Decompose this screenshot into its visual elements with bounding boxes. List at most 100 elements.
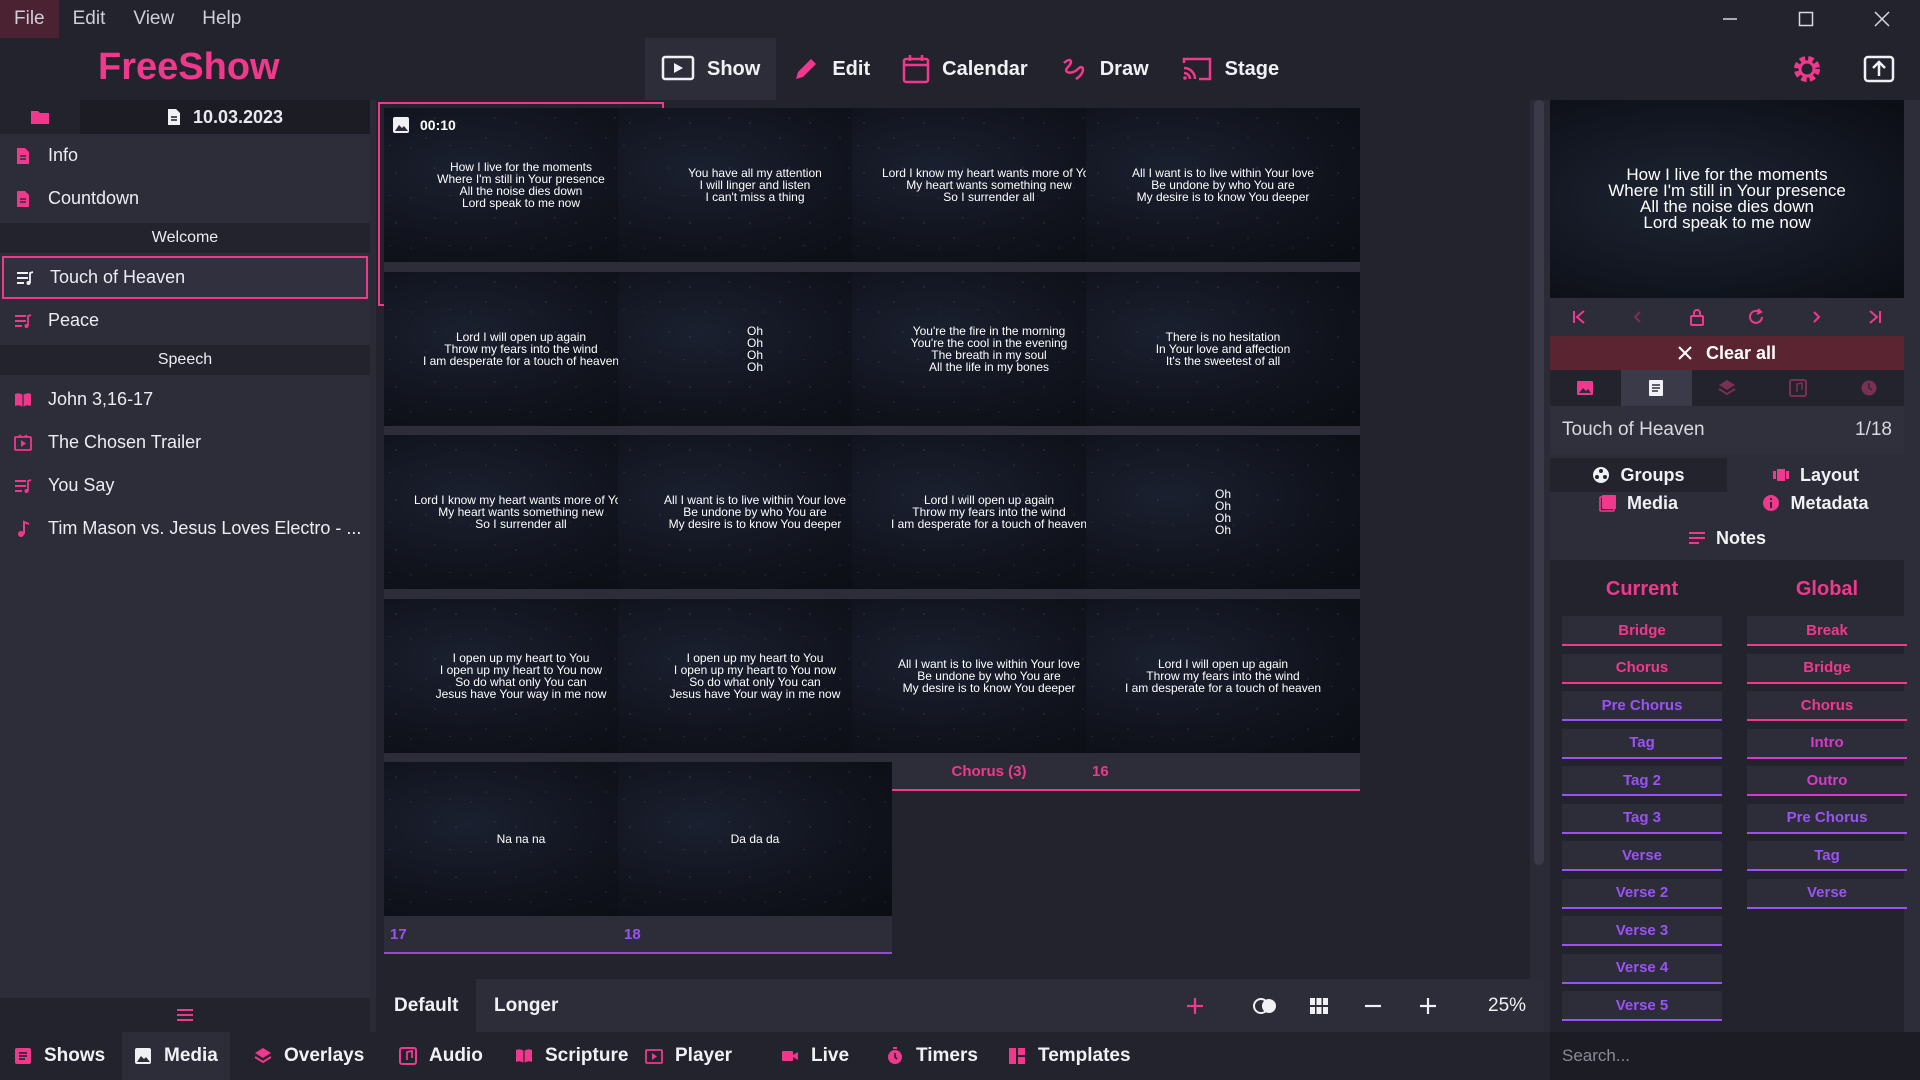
- group-button[interactable]: Chorus: [1747, 691, 1907, 721]
- refresh-icon[interactable]: [1747, 308, 1765, 326]
- clear-timer-tab[interactable]: [1833, 370, 1904, 406]
- layout-tab-longer[interactable]: Longer: [476, 979, 576, 1032]
- drawer-tab-overlays[interactable]: Overlays: [242, 1032, 376, 1080]
- group-button[interactable]: Verse 5: [1562, 991, 1722, 1021]
- slide-timer: 00:10: [392, 116, 456, 134]
- export-button[interactable]: [1862, 52, 1896, 91]
- menu-edit[interactable]: Edit: [59, 0, 120, 38]
- settings-button[interactable]: [1790, 52, 1824, 91]
- menu-file[interactable]: File: [0, 0, 59, 38]
- clear-slide-tab[interactable]: [1620, 370, 1692, 406]
- add-layout-button[interactable]: [1168, 979, 1222, 1032]
- overlays-icon: [254, 1048, 272, 1064]
- tab-show[interactable]: Show: [645, 38, 777, 100]
- slide-thumbnail[interactable]: Na na na 17: [384, 762, 658, 954]
- maximize-button[interactable]: [1768, 0, 1844, 38]
- global-groups-title: Global: [1795, 578, 1859, 600]
- group-button[interactable]: Verse 4: [1562, 953, 1722, 984]
- media-tab[interactable]: Media: [1550, 486, 1727, 520]
- group-button[interactable]: Verse 2: [1562, 878, 1722, 909]
- drawer-tab-label: Audio: [429, 1045, 483, 1066]
- group-button[interactable]: Tag: [1562, 728, 1722, 759]
- notes-icon: [1688, 532, 1705, 544]
- slide-thumbnail[interactable]: Da da da 18: [618, 762, 892, 954]
- clear-all-button[interactable]: Clear all: [1550, 336, 1904, 370]
- drawer-tab-player[interactable]: Player: [633, 1032, 744, 1080]
- toggle-view-button[interactable]: [1238, 979, 1292, 1032]
- slide-text: Da da da: [730, 832, 780, 846]
- project-show-item[interactable]: Tim Mason vs. Jesus Loves Electro - ...: [0, 507, 370, 550]
- pencil-icon: [796, 59, 817, 79]
- group-button[interactable]: Tag: [1747, 841, 1907, 871]
- folder-button[interactable]: [0, 100, 80, 134]
- next-icon[interactable]: [1808, 309, 1824, 325]
- tab-edit[interactable]: Edit: [776, 38, 886, 100]
- project-show-item[interactable]: Info: [0, 134, 370, 177]
- slides-scrollbar[interactable]: [1534, 100, 1544, 865]
- slide-thumbnail[interactable]: All I want is to live within Your love B…: [852, 599, 1126, 791]
- drawer-tab-live[interactable]: Live: [769, 1032, 861, 1080]
- first-slide-icon[interactable]: [1571, 309, 1587, 325]
- previous-icon[interactable]: [1630, 309, 1646, 325]
- media-tab-label: Media: [1626, 492, 1678, 513]
- group-button[interactable]: Outro: [1747, 766, 1907, 796]
- project-show-item[interactable]: The Chosen Trailer: [0, 421, 370, 464]
- drawer-tab-templates[interactable]: Templates: [996, 1032, 1143, 1080]
- maximize-icon: [1798, 11, 1814, 27]
- player-icon: [645, 1049, 663, 1064]
- layout-tab-default[interactable]: Default: [376, 979, 477, 1032]
- project-show-item[interactable]: You Say: [0, 464, 370, 507]
- drawer-tab-shows[interactable]: Shows: [2, 1032, 117, 1080]
- project-title[interactable]: 10.03.2023: [80, 100, 370, 134]
- last-slide-icon[interactable]: [1867, 309, 1883, 325]
- tab-calendar[interactable]: Calendar: [886, 38, 1044, 100]
- menu-view[interactable]: View: [119, 0, 188, 38]
- tab-stage[interactable]: Stage: [1165, 38, 1295, 100]
- drawer-tab-scripture[interactable]: Scripture: [503, 1032, 640, 1080]
- notes-tab[interactable]: Notes: [1550, 521, 1904, 555]
- tab-draw[interactable]: Draw: [1044, 38, 1165, 100]
- tab-stage-label: Stage: [1224, 57, 1280, 80]
- group-button[interactable]: Bridge: [1562, 616, 1722, 646]
- zoom-in-button[interactable]: [1401, 979, 1455, 1032]
- project-show-item[interactable]: John 3,16-17: [0, 378, 370, 421]
- metadata-tab[interactable]: Metadata: [1727, 486, 1904, 520]
- slide-thumbnail[interactable]: Lord I will open up again Throw my fears…: [1086, 599, 1360, 791]
- group-button[interactable]: Verse: [1747, 878, 1907, 909]
- slide-preview: All I want is to live within Your love B…: [1086, 108, 1360, 262]
- menu-icon[interactable]: [176, 1007, 194, 1023]
- group-button[interactable]: Verse: [1562, 841, 1722, 871]
- zoom-out-button[interactable]: [1346, 979, 1400, 1032]
- clear-audio-tab[interactable]: [1762, 370, 1833, 406]
- group-button[interactable]: Pre Chorus: [1747, 803, 1907, 834]
- slide-number: 16: [1092, 762, 1109, 780]
- drawer-tab-media[interactable]: Media: [122, 1032, 230, 1080]
- close-button[interactable]: [1844, 0, 1920, 38]
- group-button[interactable]: Tag 2: [1562, 766, 1722, 796]
- minimize-button[interactable]: [1692, 0, 1768, 38]
- grid-view-button[interactable]: [1292, 979, 1346, 1032]
- group-button[interactable]: Intro: [1747, 728, 1907, 759]
- project-show-item[interactable]: Touch of Heaven: [2, 256, 368, 299]
- clear-overlays-tab[interactable]: [1692, 370, 1763, 406]
- group-button[interactable]: Break: [1747, 616, 1907, 646]
- contrast-icon: [1253, 997, 1276, 1014]
- slide-preview: Lord I will open up again Throw my fears…: [852, 435, 1126, 589]
- group-button[interactable]: Verse 3: [1562, 916, 1722, 946]
- clear-background-tab[interactable]: [1550, 370, 1621, 406]
- group-button[interactable]: Bridge: [1747, 653, 1907, 684]
- project-show-item[interactable]: Countdown: [0, 177, 370, 220]
- project-show-item[interactable]: Peace: [0, 299, 370, 342]
- group-button[interactable]: Chorus: [1562, 653, 1722, 684]
- output-preview[interactable]: How I live for the moments Where I'm sti…: [1550, 100, 1904, 298]
- drawer-tab-timers[interactable]: Timers: [874, 1032, 990, 1080]
- menu-help[interactable]: Help: [188, 0, 255, 38]
- group-button[interactable]: Tag 3: [1562, 803, 1722, 834]
- slide-preview: Oh Oh Oh Oh: [1086, 435, 1360, 589]
- group-button[interactable]: Pre Chorus: [1562, 691, 1722, 721]
- search-input[interactable]: [1550, 1032, 1920, 1080]
- drawer-tab-audio[interactable]: Audio: [387, 1032, 495, 1080]
- slides-grid: How I live for the moments Where I'm sti…: [376, 100, 1530, 979]
- lock-icon[interactable]: [1689, 308, 1705, 326]
- slide-preview: Oh Oh Oh Oh: [618, 272, 892, 426]
